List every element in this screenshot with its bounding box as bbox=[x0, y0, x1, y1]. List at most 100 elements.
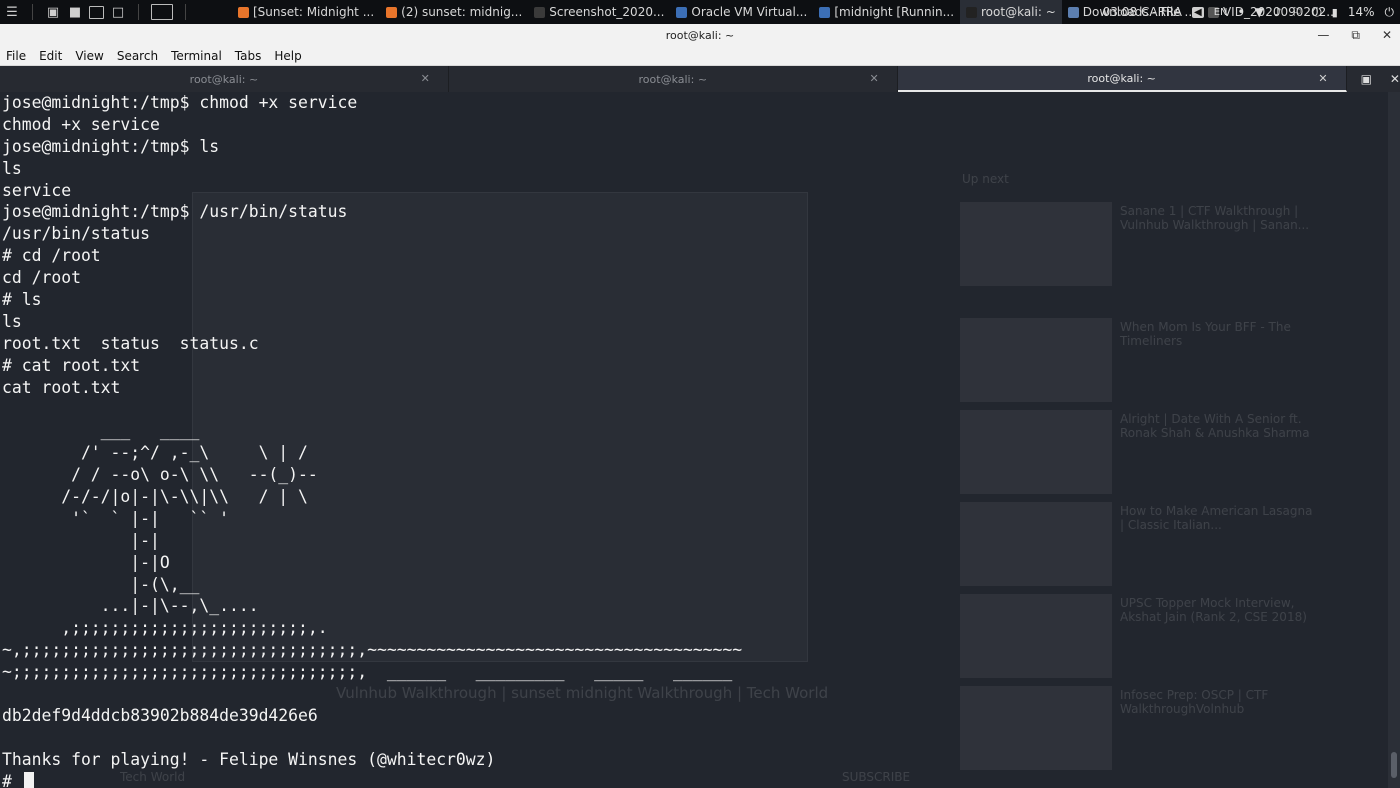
menu-view[interactable]: View bbox=[75, 49, 103, 63]
shell-prompt: # bbox=[2, 771, 22, 788]
tab-close-icon[interactable]: ✕ bbox=[870, 72, 879, 85]
tab-bar-actions: ▣ ✕ bbox=[1347, 66, 1400, 92]
bg-thumbnail bbox=[960, 410, 1112, 494]
terminal-line: cat root.txt bbox=[2, 377, 121, 397]
menu-edit[interactable]: Edit bbox=[39, 49, 62, 63]
system-tray: 03:08 CARRA ◀ EN • ▼ ♪ ⚐ ⏻ ▮ 14% ⏻ bbox=[1103, 0, 1394, 24]
text-editor-icon[interactable]: □ bbox=[110, 4, 126, 20]
terminal-line: ~;;;;;;;;;;;;;;;;;;;;;;;;;;;;;;;;;;;, __… bbox=[2, 662, 733, 682]
network-icon[interactable]: ▼ bbox=[1255, 5, 1264, 19]
taskbar-item-label: Oracle VM Virtual... bbox=[691, 5, 808, 19]
kali-menu-icon[interactable]: ☰ bbox=[4, 4, 20, 20]
terminal-line: ls bbox=[2, 311, 22, 331]
terminal-line: |-| bbox=[2, 530, 160, 550]
terminal-line: Thanks for playing! - Felipe Winsnes (@w… bbox=[2, 749, 496, 769]
tab-overflow-icon[interactable]: ✕ bbox=[1390, 72, 1400, 86]
bg-up-next: Up next bbox=[962, 172, 1009, 186]
window-controls: — ⧉ ✕ bbox=[1317, 24, 1392, 46]
bg-thumbnail bbox=[960, 502, 1112, 586]
terminal-line: ~,;;;;;;;;;;;;;;;;;;;;;;;;;;;;;;;;;;,~~~… bbox=[2, 640, 743, 660]
terminal-line: # cd /root bbox=[2, 246, 101, 266]
session-menu-icon[interactable]: ⏻ bbox=[1385, 5, 1395, 20]
panel-separator bbox=[138, 4, 139, 20]
clock[interactable]: 03:08 CARRA bbox=[1103, 5, 1182, 19]
menu-terminal[interactable]: Terminal bbox=[171, 49, 222, 63]
taskbar-item-label: (2) sunset: midnig... bbox=[401, 5, 523, 19]
keyboard-layout[interactable]: EN bbox=[1214, 7, 1228, 18]
terminal-line: / / --o\ o-\ \\ --(_)-- bbox=[2, 465, 318, 485]
battery-icon[interactable]: ▮ bbox=[1332, 6, 1338, 19]
terminal-line: # ls bbox=[2, 290, 42, 310]
tab-2[interactable]: root@kali: ~ ✕ bbox=[449, 66, 898, 92]
taskbar-item[interactable]: Oracle VM Virtual... bbox=[670, 0, 813, 24]
mic-icon[interactable]: • bbox=[1238, 5, 1245, 19]
power-icon[interactable]: ⏻ bbox=[1312, 5, 1322, 20]
firefox-icon bbox=[386, 6, 398, 18]
bg-sidebar-title: Infosec Prep: OSCP | CTF WalkthroughVoln… bbox=[1120, 688, 1269, 716]
taskbar-item-label: [midnight [Runnin... bbox=[834, 5, 955, 19]
menu-bar: File Edit View Search Terminal Tabs Help bbox=[0, 46, 1400, 66]
terminal-line: |-(\,__ bbox=[2, 574, 200, 594]
tab-label: root@kali: ~ bbox=[638, 72, 708, 86]
bg-thumbnail bbox=[960, 202, 1112, 286]
firefox-icon bbox=[238, 6, 249, 18]
taskbar-item-label: root@kali: ~ bbox=[981, 5, 1056, 19]
tab-close-icon[interactable]: ✕ bbox=[421, 72, 430, 85]
workspace-switcher-icon[interactable] bbox=[151, 4, 173, 20]
terminal-scrollbar[interactable] bbox=[1388, 92, 1400, 788]
tab-3[interactable]: root@kali: ~ ✕ bbox=[897, 66, 1347, 92]
taskbar-item[interactable]: [midnight [Runnin... bbox=[813, 0, 960, 24]
taskbar-item[interactable]: Screenshot_2020... bbox=[528, 0, 670, 24]
terminal-view[interactable]: Up next Sanane 1 | CTF Walkthrough | Vul… bbox=[0, 92, 1400, 788]
volume-icon[interactable]: ♪ bbox=[1274, 5, 1282, 19]
bg-sidebar-title: UPSC Topper Mock Interview, Akshat Jain … bbox=[1120, 596, 1307, 624]
close-icon[interactable]: ✕ bbox=[1382, 28, 1392, 42]
virtualbox-icon bbox=[819, 6, 831, 18]
minimize-icon[interactable]: — bbox=[1317, 28, 1329, 42]
menu-file[interactable]: File bbox=[6, 49, 26, 63]
tab-close-icon[interactable]: ✕ bbox=[1318, 72, 1327, 85]
terminal-line: '` ` |-| `` ' bbox=[2, 508, 229, 528]
show-desktop-icon[interactable]: ▣ bbox=[45, 4, 61, 20]
terminal-icon bbox=[966, 6, 978, 18]
terminal-launcher-icon[interactable] bbox=[89, 5, 104, 19]
terminal-line: ls bbox=[2, 158, 22, 178]
window-titlebar[interactable]: root@kali: ~ — ⧉ ✕ bbox=[0, 24, 1400, 46]
bg-thumbnail bbox=[960, 318, 1112, 402]
terminal-line: ...|-|\--,\_.... bbox=[2, 596, 259, 616]
taskbar-item[interactable]: (2) sunset: midnig... bbox=[380, 0, 528, 24]
terminal-line: # cat root.txt bbox=[2, 355, 141, 375]
scrollbar-thumb[interactable] bbox=[1391, 752, 1397, 778]
terminal-line: chmod +x service bbox=[2, 114, 160, 134]
new-tab-icon[interactable]: ▣ bbox=[1361, 72, 1372, 86]
terminal-line: service bbox=[2, 180, 72, 200]
notification-bell-icon[interactable]: ⚐ bbox=[1292, 5, 1303, 19]
taskbar-item[interactable]: root@kali: ~ bbox=[960, 0, 1062, 24]
taskbar-item[interactable]: [Sunset: Midnight ... bbox=[232, 0, 380, 24]
panel-separator bbox=[32, 4, 33, 20]
terminal-line: /' --;^/ ,-_\ \ | / bbox=[2, 443, 308, 463]
panel-separator bbox=[185, 4, 186, 20]
terminal-prompt-line[interactable]: # bbox=[2, 771, 742, 788]
tab-1[interactable]: root@kali: ~ ✕ bbox=[0, 66, 449, 92]
folder-icon bbox=[1067, 6, 1079, 18]
virtualbox-icon bbox=[676, 6, 688, 18]
terminal-line: ,;;;;;;;;;;;;;;;;;;;;;;;;,. bbox=[2, 618, 328, 638]
menu-search[interactable]: Search bbox=[117, 49, 158, 63]
system-panel: ☰ ▣ ■ □ [Sunset: Midnight ... (2) sunset:… bbox=[0, 0, 1400, 24]
terminal-line: |-|O bbox=[2, 552, 170, 572]
menu-tabs[interactable]: Tabs bbox=[235, 49, 262, 63]
file-manager-icon[interactable]: ■ bbox=[67, 4, 83, 20]
tab-label: root@kali: ~ bbox=[189, 72, 259, 86]
taskbar-item-label: [Sunset: Midnight ... bbox=[253, 5, 375, 19]
bg-thumbnail bbox=[960, 686, 1112, 770]
app-indicator-icon[interactable]: ◀ bbox=[1192, 6, 1204, 18]
battery-percent: 14% bbox=[1347, 5, 1375, 19]
maximize-icon[interactable]: ⧉ bbox=[1351, 28, 1360, 43]
bg-subscribe: SUBSCRIBE bbox=[842, 770, 911, 784]
image-icon bbox=[534, 6, 546, 18]
bg-sidebar-title: How to Make American Lasagna | Classic I… bbox=[1120, 504, 1313, 532]
menu-help[interactable]: Help bbox=[274, 49, 301, 63]
